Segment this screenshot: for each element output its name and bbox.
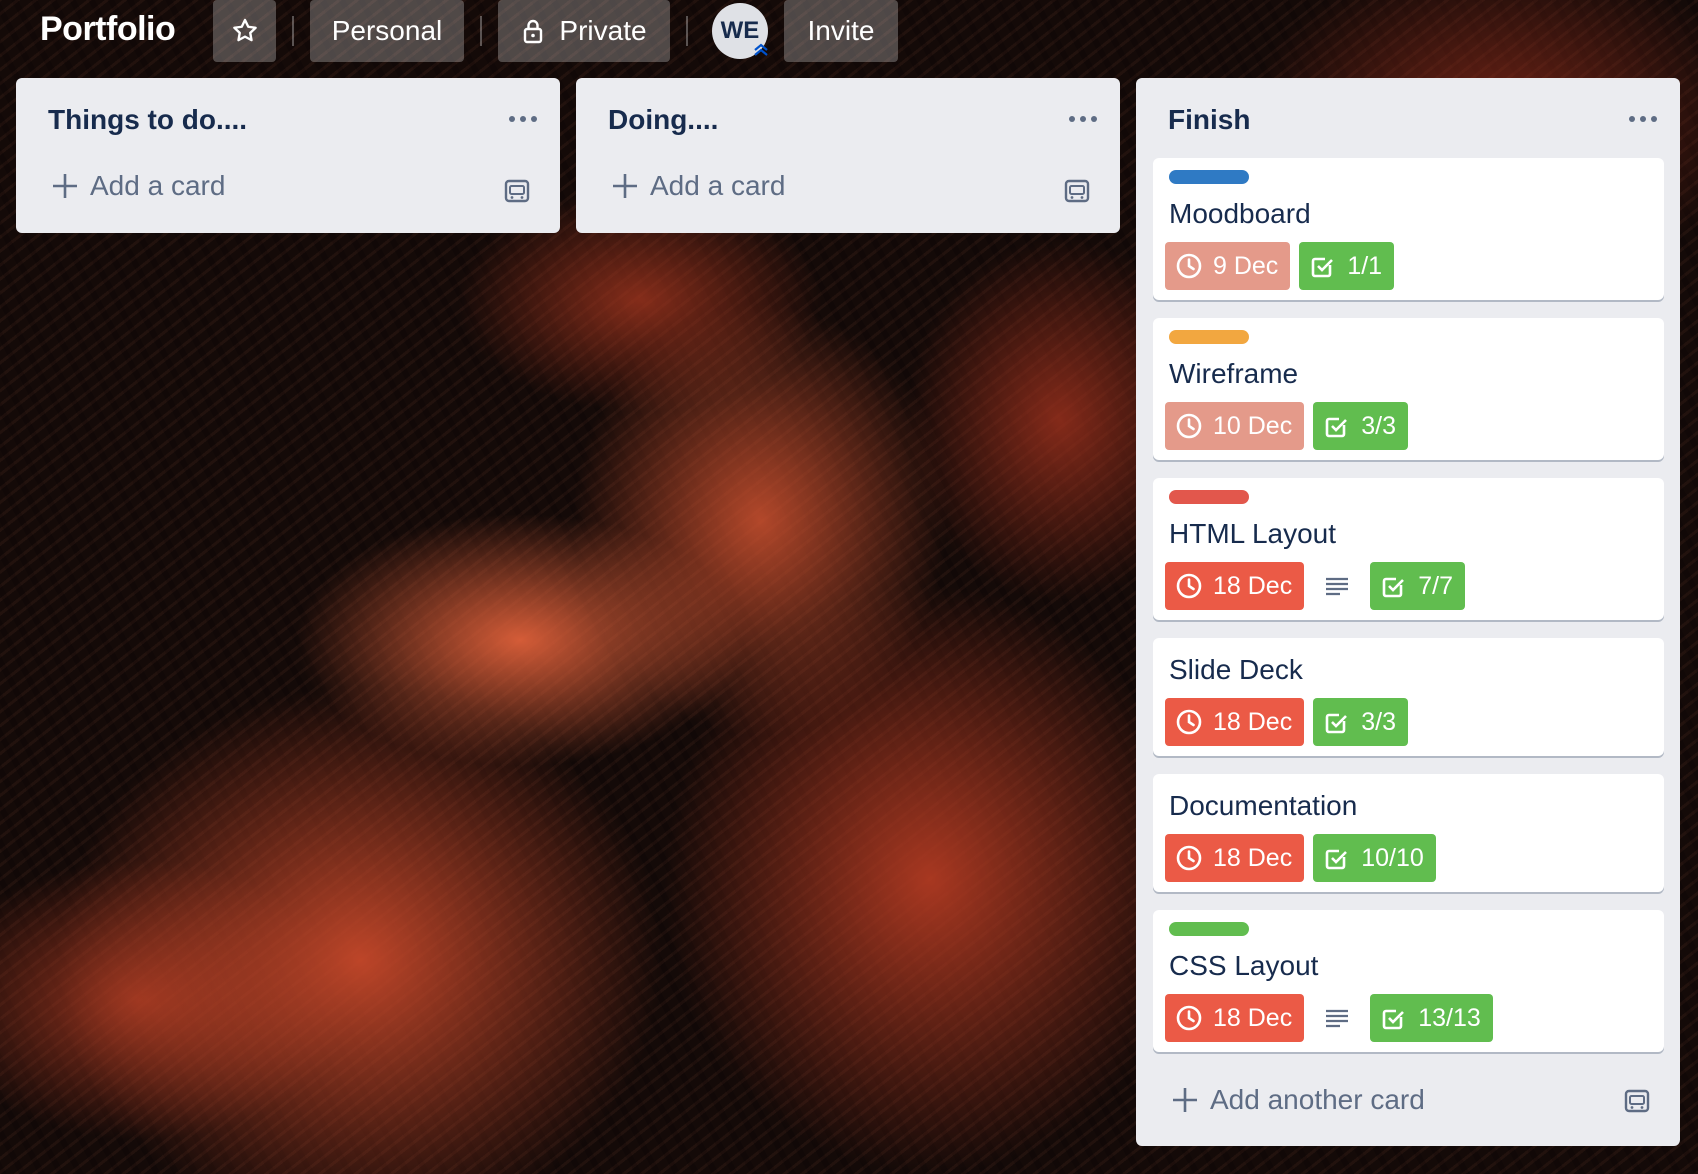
checkbox-icon xyxy=(1325,713,1348,734)
due-date-text: 18 Dec xyxy=(1213,1003,1293,1032)
checklist-badge: 13/13 xyxy=(1370,994,1493,1042)
star-board-button[interactable] xyxy=(213,0,276,62)
checklist-badge: 3/3 xyxy=(1313,402,1408,450)
member-avatar[interactable]: WE xyxy=(712,3,768,59)
clock-icon xyxy=(1176,413,1202,439)
add-card-label: Add a card xyxy=(650,170,786,201)
due-date-badge[interactable]: 18 Dec xyxy=(1165,562,1305,610)
list-doing: Doing.... Add a card xyxy=(576,78,1120,233)
card-badges: 10 Dec 3/3 xyxy=(1165,402,1408,450)
clock-icon xyxy=(1176,845,1202,871)
clock-icon xyxy=(1176,1005,1202,1031)
star-icon xyxy=(232,18,257,42)
add-another-card-button[interactable]: Add another card xyxy=(1172,1084,1425,1116)
header-divider xyxy=(292,16,294,46)
due-date-text: 18 Dec xyxy=(1213,843,1293,872)
card-badges: 18 Dec 3/3 xyxy=(1165,698,1408,746)
card-template-icon[interactable] xyxy=(1064,178,1090,204)
invite-button[interactable]: Invite xyxy=(784,0,898,62)
card-badges: 18 Dec 13/13 xyxy=(1165,994,1493,1042)
card-moodboard[interactable]: Moodboard 9 Dec 1/1 xyxy=(1153,158,1664,300)
card-css-layout[interactable]: CSS Layout 18 Dec 13/13 xyxy=(1153,910,1664,1052)
card-title: Documentation xyxy=(1169,790,1358,821)
due-date-badge[interactable]: 18 Dec xyxy=(1165,698,1305,746)
plus-icon xyxy=(613,174,637,198)
card-wireframe[interactable]: Wireframe 10 Dec 3/3 xyxy=(1153,318,1664,460)
checklist-badge: 10/10 xyxy=(1313,834,1436,882)
card-title: Moodboard xyxy=(1169,198,1311,229)
checkbox-icon xyxy=(1312,257,1334,278)
private-label: Private xyxy=(559,15,647,46)
card-label xyxy=(1169,490,1249,504)
lock-icon xyxy=(524,19,543,44)
list-title[interactable]: Things to do.... xyxy=(48,104,247,136)
add-card-button[interactable]: Add a card xyxy=(612,170,785,202)
description-lines-icon xyxy=(1326,1009,1349,1028)
board-title[interactable]: Portfolio xyxy=(40,0,176,58)
list-finish: Finish Moodboard 9 Dec 1/1 Wireframe 10 … xyxy=(1136,78,1680,1146)
card-title: HTML Layout xyxy=(1169,518,1337,549)
card-badges: 9 Dec 1/1 xyxy=(1165,242,1395,290)
ellipsis-icon[interactable] xyxy=(1068,114,1098,124)
card-template-icon[interactable] xyxy=(1624,1088,1650,1114)
ellipsis-icon[interactable] xyxy=(1628,114,1658,124)
due-date-badge[interactable]: 18 Dec xyxy=(1165,834,1305,882)
card-title: Wireframe xyxy=(1169,358,1299,389)
plus-icon xyxy=(1173,1088,1197,1112)
add-card-label: Add a card xyxy=(90,170,226,201)
due-date-badge[interactable]: 10 Dec xyxy=(1165,402,1305,450)
checklist-badge: 1/1 xyxy=(1299,242,1395,290)
card-documentation[interactable]: Documentation 18 Dec 10/10 xyxy=(1153,774,1664,892)
card-template-icon[interactable] xyxy=(504,178,530,204)
checklist-badge: 7/7 xyxy=(1370,562,1465,610)
checkbox-icon xyxy=(1382,577,1405,598)
card-title: CSS Layout xyxy=(1169,950,1319,981)
due-date-text: 9 Dec xyxy=(1213,251,1279,280)
checklist-count: 3/3 xyxy=(1361,411,1396,440)
checklist-count: 10/10 xyxy=(1361,843,1424,872)
card-html-layout[interactable]: HTML Layout 18 Dec 7/7 xyxy=(1153,478,1664,620)
clock-icon xyxy=(1176,253,1202,279)
card-label xyxy=(1169,922,1249,936)
list-title[interactable]: Finish xyxy=(1168,104,1250,136)
add-card-button[interactable]: Add a card xyxy=(52,170,225,202)
due-date-text: 18 Dec xyxy=(1213,571,1293,600)
workspace-personal-button[interactable]: Personal xyxy=(310,0,464,62)
list-title[interactable]: Doing.... xyxy=(608,104,718,136)
checklist-count: 13/13 xyxy=(1418,1003,1481,1032)
due-date-text: 18 Dec xyxy=(1213,707,1293,736)
card-title: Slide Deck xyxy=(1169,654,1303,685)
checkbox-icon xyxy=(1382,1009,1405,1030)
card-label xyxy=(1169,170,1249,184)
checkbox-icon xyxy=(1325,417,1348,438)
card-slide-deck[interactable]: Slide Deck 18 Dec 3/3 xyxy=(1153,638,1664,756)
card-label xyxy=(1169,330,1249,344)
plus-icon xyxy=(53,174,77,198)
checklist-count: 3/3 xyxy=(1361,707,1396,736)
checklist-count: 7/7 xyxy=(1418,571,1453,600)
add-card-label: Add another card xyxy=(1210,1084,1425,1115)
checklist-badge: 3/3 xyxy=(1313,698,1408,746)
visibility-private-button[interactable]: Private xyxy=(498,0,670,62)
header-divider xyxy=(686,16,688,46)
list-things-to-do: Things to do.... Add a card xyxy=(16,78,560,233)
due-date-badge[interactable]: 18 Dec xyxy=(1165,994,1305,1042)
checkbox-icon xyxy=(1325,849,1348,870)
card-badges: 18 Dec 7/7 xyxy=(1165,562,1465,610)
ellipsis-icon[interactable] xyxy=(508,114,538,124)
due-date-badge[interactable]: 9 Dec xyxy=(1165,242,1291,290)
clock-icon xyxy=(1176,709,1202,735)
card-badges: 18 Dec 10/10 xyxy=(1165,834,1436,882)
checklist-count: 1/1 xyxy=(1347,251,1383,280)
clock-icon xyxy=(1176,573,1202,599)
board-header: Portfolio Personal Private WE Invite xyxy=(0,0,1698,66)
header-divider xyxy=(480,16,482,46)
due-date-text: 10 Dec xyxy=(1213,411,1293,440)
admin-chevrons-icon xyxy=(754,43,768,56)
description-lines-icon xyxy=(1326,577,1349,596)
